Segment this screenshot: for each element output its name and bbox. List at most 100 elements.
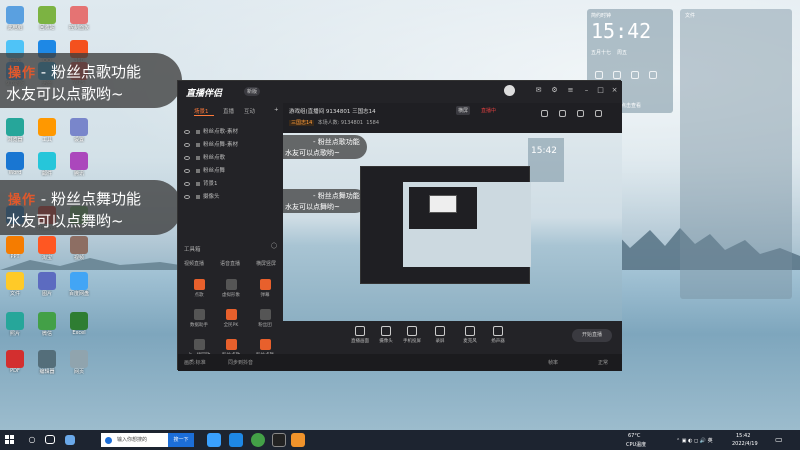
desktop-icon[interactable]: 视频 xyxy=(66,236,92,261)
add-scene-icon[interactable]: + xyxy=(274,107,279,113)
toolbar-label: 录屏 xyxy=(435,339,445,344)
banner-line1: - 粉丝点舞功能 xyxy=(40,190,141,208)
gift-icon[interactable] xyxy=(541,110,548,117)
edge-icon[interactable] xyxy=(229,433,243,447)
toolbox-toggle-icon[interactable]: ◯ xyxy=(271,243,277,249)
browser-icon[interactable] xyxy=(207,433,221,447)
desktop-icon[interactable]: PPT xyxy=(2,236,28,260)
live-preview[interactable]: - 粉丝点歌功能 水友可以点歌哟~ - 粉丝点舞功能 水友可以点舞哟~ 15:4… xyxy=(283,133,622,321)
lock-icon[interactable] xyxy=(196,181,200,186)
start-live-button[interactable]: 开始直播 xyxy=(572,329,612,342)
source-item[interactable]: 粉丝点舞 xyxy=(184,166,225,175)
desktop-icon[interactable]: 网页 xyxy=(66,350,92,375)
bottom-toolbar-button[interactable]: 麦克风 xyxy=(455,326,485,344)
desktop-icon[interactable]: 邮件 xyxy=(34,152,60,177)
desktop-icon[interactable]: Word xyxy=(2,152,28,176)
tool-button[interactable]: 数据助手 xyxy=(184,309,214,328)
lock-icon[interactable] xyxy=(196,142,200,147)
visibility-icon[interactable] xyxy=(184,194,190,199)
desktop-icon[interactable]: 回收站 xyxy=(34,6,60,31)
live-companion-taskbar-icon[interactable] xyxy=(291,433,305,447)
desktop-icon[interactable]: PDF xyxy=(2,350,28,374)
tool-button[interactable]: 全民PK xyxy=(216,309,246,328)
task-view-icon[interactable] xyxy=(45,435,55,444)
tool-label: 全民PK xyxy=(223,323,239,328)
desktop-icon[interactable]: 图片 xyxy=(34,272,60,297)
more-icon[interactable] xyxy=(595,110,602,117)
menu-icon[interactable]: ≡ xyxy=(566,86,575,95)
desktop-icon[interactable]: 控制面板 xyxy=(66,6,92,31)
lock-icon[interactable] xyxy=(196,155,200,160)
calendar-icon[interactable] xyxy=(631,71,639,79)
chrome-icon[interactable] xyxy=(251,433,265,447)
tray-icons[interactable]: ⌃ ▣ ◐ ◻ 🔊 英 xyxy=(676,437,713,444)
source-item[interactable]: 粉丝点歌 xyxy=(184,153,225,162)
toolbar-icon xyxy=(355,326,365,336)
lock-icon[interactable] xyxy=(196,194,200,199)
lock-icon[interactable] xyxy=(196,129,200,134)
desktop-icon-label: Word xyxy=(8,170,22,176)
fan-dance-banner: 操作 - 粉丝点舞功能 水友可以点舞哟~ xyxy=(0,180,182,235)
source-item[interactable]: 背景1 xyxy=(184,179,218,188)
file-explorer-icon[interactable] xyxy=(65,435,75,445)
desktop-icon[interactable]: 百度网盘 xyxy=(66,272,92,297)
status-sync: 同步到抖音 xyxy=(228,360,254,366)
visibility-icon[interactable] xyxy=(184,181,190,186)
visibility-icon[interactable] xyxy=(184,168,190,173)
visibility-icon[interactable] xyxy=(184,155,190,160)
desktop-icon-label: 邮件 xyxy=(41,171,52,177)
desktop-icon[interactable]: 淘宝 xyxy=(34,236,60,261)
eye-icon[interactable] xyxy=(613,71,621,79)
source-item[interactable]: 粉丝点舞-素材 xyxy=(184,140,238,149)
tool-icon xyxy=(259,279,271,290)
desktop-icon[interactable]: 设置 xyxy=(66,118,92,143)
mail-icon[interactable]: ✉ xyxy=(534,86,543,95)
subtab-video[interactable]: 视频直播 xyxy=(184,260,204,267)
visibility-icon[interactable] xyxy=(184,142,190,147)
app-icon xyxy=(6,118,24,136)
tool-button[interactable]: 粉丝团 xyxy=(250,309,280,328)
tool-button[interactable]: 弹幕 xyxy=(250,279,280,298)
maximize-icon[interactable]: □ xyxy=(596,86,605,95)
desktop-icon[interactable]: 照片 xyxy=(2,312,28,337)
visibility-icon[interactable] xyxy=(184,129,190,134)
tab-interact[interactable]: 互动 xyxy=(244,107,255,115)
source-item[interactable]: 粉丝点歌-素材 xyxy=(184,127,238,136)
desktop-icon[interactable]: Excel xyxy=(66,312,92,336)
clock-footer[interactable]: 点击查看 xyxy=(621,102,641,109)
settings-icon[interactable]: ⚙ xyxy=(550,86,559,95)
avatar[interactable] xyxy=(504,85,515,96)
tab-live[interactable]: 直播 xyxy=(223,107,234,115)
source-item[interactable]: 摄像头 xyxy=(184,192,220,201)
desktop-icon[interactable]: 编辑器 xyxy=(34,350,60,375)
desktop-icon[interactable]: 此电脑 xyxy=(2,6,28,31)
desktop-icon[interactable]: 工具 xyxy=(34,118,60,143)
desktop-icon[interactable]: 微信 xyxy=(34,312,60,337)
bottom-toolbar-button[interactable]: 录屏 xyxy=(425,326,455,344)
tab-scene[interactable]: 场景1 xyxy=(194,107,209,115)
tool-button[interactable]: 虚拟形象 xyxy=(216,279,246,298)
windows-start-icon[interactable] xyxy=(5,435,15,445)
clock-date: 五月十七 xyxy=(591,50,612,56)
file-widget[interactable]: 文件 xyxy=(680,9,792,299)
subtab-orientation[interactable]: 横屏竖屏 xyxy=(256,260,276,267)
bottom-toolbar-button[interactable]: 扬声器 xyxy=(483,326,513,344)
taskbar-search-button[interactable]: 搜一下 xyxy=(168,433,194,447)
box-icon[interactable] xyxy=(559,110,566,117)
search-icon[interactable]: ○ xyxy=(25,433,39,447)
toolbar-icon xyxy=(493,326,503,336)
close-icon[interactable]: × xyxy=(610,86,619,95)
monitor-icon[interactable] xyxy=(577,110,584,117)
subtab-voice[interactable]: 语音直播 xyxy=(220,260,240,267)
settings-icon[interactable] xyxy=(649,71,657,79)
desktop-icon[interactable]: 文件 xyxy=(2,272,28,297)
tool-button[interactable]: 点歌 xyxy=(184,279,214,298)
minimize-icon[interactable]: – xyxy=(582,86,591,95)
desktop-icon[interactable]: 浏览器 xyxy=(2,118,28,143)
notification-icon[interactable]: ▭ xyxy=(775,435,783,444)
terminal-icon[interactable] xyxy=(272,433,286,447)
lock-icon[interactable] xyxy=(595,71,603,79)
desktop-icon[interactable]: 腾讯 xyxy=(66,152,92,177)
lock-icon[interactable] xyxy=(196,168,200,173)
bottom-toolbar-button[interactable]: 手机投屏 xyxy=(397,326,427,344)
